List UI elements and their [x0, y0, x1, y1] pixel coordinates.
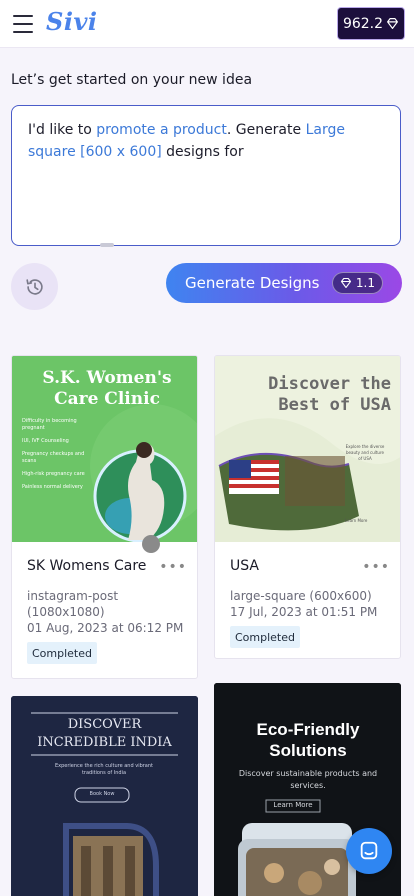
credits-value: 962.2 [342, 15, 384, 32]
app-header: Sivi 962.2 [0, 0, 414, 48]
generate-designs-button[interactable]: Generate Designs 1.1 [166, 263, 402, 303]
diamond-icon [340, 277, 351, 289]
thumbnail-button: Learn More [273, 801, 313, 809]
design-name: SK Womens Care [27, 558, 147, 574]
prompt-resize-handle[interactable] [100, 243, 114, 247]
thumbnail-subtitle: Experience the rich culture and vibrant … [54, 763, 154, 776]
status-badge: Completed [27, 642, 97, 664]
support-chat-button[interactable] [346, 828, 392, 874]
generate-label: Generate Designs [185, 274, 320, 292]
design-thumbnail[interactable]: DISCOVER INCREDIBLE INDIA Experience the… [11, 696, 198, 896]
prompt-text: designs for [161, 144, 244, 160]
prompt-goal-option[interactable]: promote a product [96, 122, 227, 138]
thumbnail-bullet: High-risk pregnancy care [22, 471, 85, 477]
thumbnail-bullet: IUI, IVF Counseling [22, 438, 69, 444]
diamond-icon [387, 18, 398, 29]
design-date: 01 Aug, 2023 at 06:12 PM [27, 621, 184, 635]
thumbnail-button: Book Now [89, 791, 115, 797]
history-button[interactable] [11, 263, 58, 310]
more-options-icon[interactable]: ••• [159, 559, 187, 575]
app-logo[interactable]: Sivi [46, 7, 98, 36]
credits-balance-button[interactable]: 962.2 [337, 7, 405, 40]
menu-icon[interactable] [13, 15, 33, 33]
design-card[interactable]: S.K. Women's Care Clinic Difficulty in b… [11, 355, 198, 679]
prompt-text: I'd like to [28, 122, 97, 138]
design-date: 17 Jul, 2023 at 01:51 PM [230, 605, 378, 619]
thumbnail-bullet: Pregnancy checkups and scans [22, 451, 85, 464]
status-badge: Completed [230, 626, 300, 648]
design-thumbnail[interactable]: S.K. Women's Care Clinic Difficulty in b… [12, 356, 197, 543]
thumbnail-bullet: Difficulty in becoming pregnant [22, 418, 77, 431]
thumbnail-subtitle: Discover sustainable products and servic… [238, 769, 378, 790]
prompt-heading: Let’s get started on your new idea [11, 72, 253, 88]
design-thumbnail[interactable]: Discover the Best of USA Explore the div… [215, 356, 400, 542]
generate-cost: 1.1 [355, 276, 375, 290]
design-card[interactable]: Discover the Best of USA Explore the div… [214, 355, 401, 659]
thumbnail-title: S.K. Women's Care Clinic [42, 368, 172, 409]
prompt-input[interactable]: I'd like to promote a product. Generate … [11, 105, 401, 246]
thumbnail-link: Learn More [345, 518, 368, 523]
prompt-text: . Generate [226, 122, 306, 138]
generate-cost-badge: 1.1 [331, 272, 383, 294]
history-icon [25, 278, 43, 295]
thumbnail-bullet: Painless normal delivery [22, 484, 83, 490]
thumbnail-bullets: Difficulty in becoming pregnant IUI, IVF… [22, 418, 97, 491]
design-format: instagram-post (1080x1080) 01 Aug, 2023 … [27, 589, 184, 635]
design-format: large-square (600x600) 17 Jul, 2023 at 0… [230, 589, 378, 619]
chat-icon [360, 841, 378, 860]
thumbnail-title: DISCOVER INCREDIBLE INDIA [37, 717, 172, 750]
thumbnail-subtitle: Explore the diverse beauty and culture o… [345, 444, 385, 461]
more-options-icon[interactable]: ••• [362, 559, 390, 575]
drag-handle[interactable] [142, 535, 160, 553]
thumbnail-title: Eco-Friendly Solutions [256, 720, 360, 760]
design-name: USA [230, 558, 259, 574]
thumbnail-title: Discover the Best of USA [268, 374, 391, 415]
design-card[interactable]: DISCOVER INCREDIBLE INDIA Experience the… [11, 696, 198, 896]
